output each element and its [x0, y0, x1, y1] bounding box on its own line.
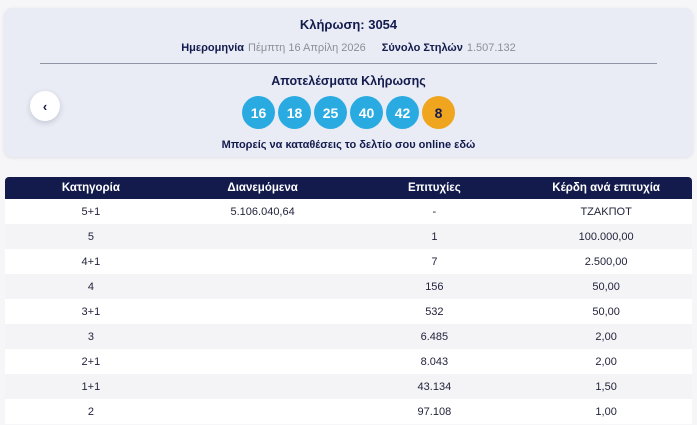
table-row: 4 156 50,00: [5, 274, 692, 299]
number-ball: 16: [242, 96, 275, 129]
header-prize: Κέρδη ανά επιτυχία: [552, 182, 660, 194]
cell-prize: 100.000,00: [578, 230, 634, 243]
cell-winners: 8.043: [420, 355, 449, 368]
draw-title: Κλήρωση: 3054: [299, 17, 398, 32]
draw-meta: Ημερομηνία Πέμπτη 16 Απρίλη 2026 Σύνολο …: [4, 42, 693, 54]
prizes-table: Κατηγορία Διανεμόμενα Επιτυχίες Κέρδη αν…: [5, 177, 692, 424]
cell-category: 4+1: [81, 255, 101, 268]
cell-winners: -: [432, 205, 437, 218]
table-row: 2 97.108 1,00: [5, 399, 692, 424]
cell-winners: 1: [431, 230, 438, 243]
cell-category: 2+1: [81, 355, 101, 368]
date-label: Ημερομηνία: [181, 42, 245, 54]
number-ball: 42: [386, 96, 419, 129]
cell-winners: 97.108: [417, 405, 452, 418]
table-row: 1+1 43.134 1,50: [5, 374, 692, 399]
cell-distributed: 5.106.040,64: [230, 205, 295, 218]
cell-category: 5+1: [81, 205, 101, 218]
joker-ball: 8: [422, 96, 455, 129]
cell-category: 1+1: [81, 380, 101, 393]
table-row: 3 6.485 2,00: [5, 324, 692, 349]
cell-winners: 6.485: [420, 330, 449, 343]
table-body: 5+1 5.106.040,64 - ΤΖΑΚΠΟΤ 5 1 100.000,00 4+1 7 2…: [5, 199, 692, 424]
draw-card: Κλήρωση: 3054 Ημερομηνία Πέμπτη 16 Απρίλ…: [4, 8, 693, 157]
cell-winners: 7: [431, 255, 438, 268]
date-value: Πέμπτη 16 Απρίλη 2026: [248, 42, 366, 54]
columns-label: Σύνολο Στηλών: [381, 42, 463, 54]
cell-category: 5: [87, 230, 94, 243]
cell-prize: 1,00: [595, 405, 617, 418]
cell-prize: 1,50: [595, 380, 617, 393]
header-category: Κατηγορία: [61, 182, 120, 194]
chevron-left-icon: ‹: [42, 98, 48, 114]
table-row: 5 1 100.000,00: [5, 224, 692, 249]
draw-date: Ημερομηνία Πέμπτη 16 Απρίλη 2026: [181, 42, 366, 54]
total-columns: Σύνολο Στηλών 1.507.132: [382, 42, 516, 54]
cell-prize: 2,00: [595, 355, 617, 368]
number-ball: 25: [314, 96, 347, 129]
cell-prize: 50,00: [592, 305, 620, 318]
winning-numbers: 16 18 25 40 42 8: [4, 96, 693, 129]
cell-winners: 43.134: [417, 380, 452, 393]
table-row: 2+1 8.043 2,00: [5, 349, 692, 374]
table-header-row: Κατηγορία Διανεμόμενα Επιτυχίες Κέρδη αν…: [5, 177, 692, 199]
table-row: 3+1 532 50,00: [5, 299, 692, 324]
cell-category: 3+1: [81, 305, 101, 318]
cell-prize: ΤΖΑΚΠΟΤ: [580, 205, 632, 218]
cell-category: 4: [87, 280, 94, 293]
prev-draw-button[interactable]: ‹: [30, 91, 60, 121]
number-ball: 18: [278, 96, 311, 129]
header-winners: Επιτυχίες: [408, 182, 461, 194]
number-ball: 40: [350, 96, 383, 129]
table-row: 5+1 5.106.040,64 - ΤΖΑΚΠΟΤ: [5, 199, 692, 224]
cell-prize: 2.500,00: [584, 255, 628, 268]
results-title: Αποτελέσματα Κλήρωσης: [271, 74, 426, 88]
cell-category: 2: [87, 405, 94, 418]
header-distributed: Διανεμόμενα: [227, 182, 298, 194]
submit-online-text[interactable]: Μπορείς να καταθέσεις το δελτίο σου onli…: [4, 139, 693, 151]
cell-prize: 50,00: [592, 280, 620, 293]
cell-category: 3: [87, 330, 94, 343]
columns-value: 1.507.132: [466, 42, 516, 54]
divider: [40, 63, 657, 64]
cell-winners: 532: [425, 305, 444, 318]
cell-winners: 156: [425, 280, 444, 293]
cell-prize: 2,00: [595, 330, 617, 343]
table-row: 4+1 7 2.500,00: [5, 249, 692, 274]
